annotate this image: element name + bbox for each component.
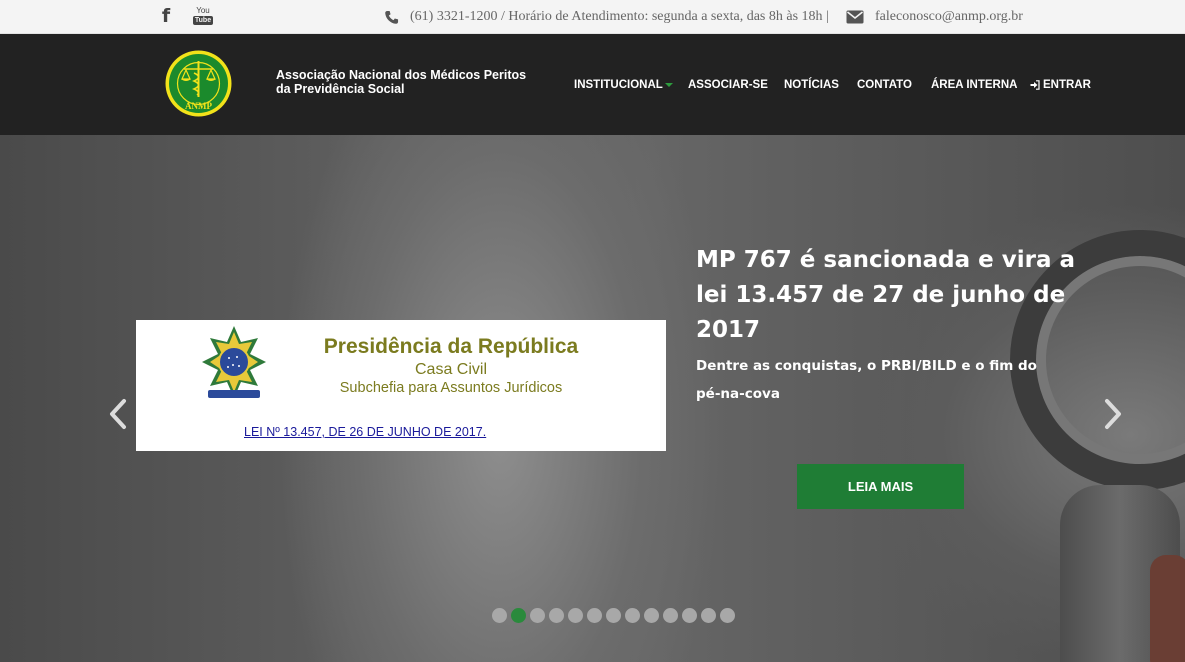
- brand-line-1: Associação Nacional dos Médicos Peritos: [276, 68, 527, 82]
- site-brand[interactable]: Associação Nacional dos Médicos Peritos …: [276, 68, 556, 96]
- brand-line-2: da Previdência Social: [276, 82, 405, 96]
- slider-dot-9[interactable]: [644, 608, 659, 623]
- youtube-icon[interactable]: You Tube: [191, 4, 215, 28]
- read-more-button[interactable]: LEIA MAIS: [797, 464, 964, 509]
- hero-slider: Presidência da República Casa Civil Subc…: [0, 135, 1185, 662]
- main-header: ANMP Associação Nacional dos Médicos Per…: [0, 34, 1185, 135]
- phone-icon: [384, 10, 399, 25]
- image-subtitle-1: Casa Civil: [414, 361, 487, 378]
- youtube-icon-label-bottom: Tube: [192, 16, 214, 25]
- nav-associar[interactable]: ASSOCIAR-SE: [688, 34, 768, 135]
- background-red-shape: [1150, 555, 1185, 662]
- youtube-icon-label-top: You: [196, 6, 210, 15]
- sign-in-icon: [1030, 79, 1040, 90]
- nav-noticias-label[interactable]: NOTÍCIAS: [784, 79, 839, 91]
- nav-noticias[interactable]: NOTÍCIAS: [784, 34, 839, 135]
- slider-dot-2[interactable]: [511, 608, 526, 623]
- nav-contato[interactable]: CONTATO: [857, 34, 912, 135]
- slider-dot-5[interactable]: [568, 608, 583, 623]
- nav-area-interna-label[interactable]: ÁREA INTERNA: [931, 79, 1017, 91]
- phone-text: (61) 3321-1200 / Horário de Atendimento:…: [410, 9, 829, 24]
- nav-institucional-label: INSTITUCIONAL: [574, 78, 663, 91]
- image-law-link[interactable]: LEI Nº 13.457, DE 26 DE JUNHO DE 2017.: [244, 425, 486, 439]
- slider-dot-11[interactable]: [682, 608, 697, 623]
- nav-contato-label[interactable]: CONTATO: [857, 79, 912, 91]
- slider-dot-6[interactable]: [587, 608, 602, 623]
- nav-entrar[interactable]: ENTRAR: [1030, 34, 1091, 135]
- image-subtitle-2: Subchefia para Assuntos Jurídicos: [339, 380, 563, 396]
- slide-description: Dentre as conquistas, o PRBI/BILD e o fi…: [696, 358, 1037, 402]
- facebook-icon[interactable]: f: [157, 4, 175, 28]
- slider-dot-1[interactable]: [492, 608, 507, 623]
- slide-title[interactable]: MP 767 é sancionada e vira a lei 13.457 …: [696, 243, 1076, 348]
- phone-contact: (61) 3321-1200 / Horário de Atendimento:…: [384, 0, 829, 34]
- slider-dot-12[interactable]: [701, 608, 716, 623]
- email-contact[interactable]: faleconosco@anmp.org.br: [846, 0, 1023, 34]
- logo-text: ANMP: [185, 101, 212, 111]
- slider-dot-4[interactable]: [549, 608, 564, 623]
- envelope-icon: [846, 10, 864, 24]
- coat-of-arms-icon: [198, 324, 270, 402]
- slide-image[interactable]: Presidência da República Casa Civil Subc…: [136, 320, 666, 451]
- nav-associar-label[interactable]: ASSOCIAR-SE: [688, 79, 768, 91]
- slider-dot-10[interactable]: [663, 608, 678, 623]
- nav-area-interna[interactable]: ÁREA INTERNA: [931, 34, 1017, 135]
- slider-dot-13[interactable]: [720, 608, 735, 623]
- slider-dot-8[interactable]: [625, 608, 640, 623]
- nav-entrar-label: ENTRAR: [1043, 78, 1091, 91]
- caret-down-icon: [664, 82, 673, 87]
- slider-dot-3[interactable]: [530, 608, 545, 623]
- email-text[interactable]: faleconosco@anmp.org.br: [875, 9, 1023, 25]
- slider-pagination: [492, 608, 735, 623]
- image-title: Presidência da República: [323, 335, 579, 358]
- next-slide-chevron-right-icon[interactable]: [1103, 397, 1125, 431]
- anmp-logo[interactable]: ANMP: [164, 49, 233, 118]
- slider-dot-7[interactable]: [606, 608, 621, 623]
- top-bar: f You Tube (61) 3321-1200 / Horário de A…: [0, 0, 1185, 34]
- previous-slide-chevron-left-icon[interactable]: [106, 397, 128, 431]
- nav-institucional[interactable]: INSTITUCIONAL: [574, 34, 673, 135]
